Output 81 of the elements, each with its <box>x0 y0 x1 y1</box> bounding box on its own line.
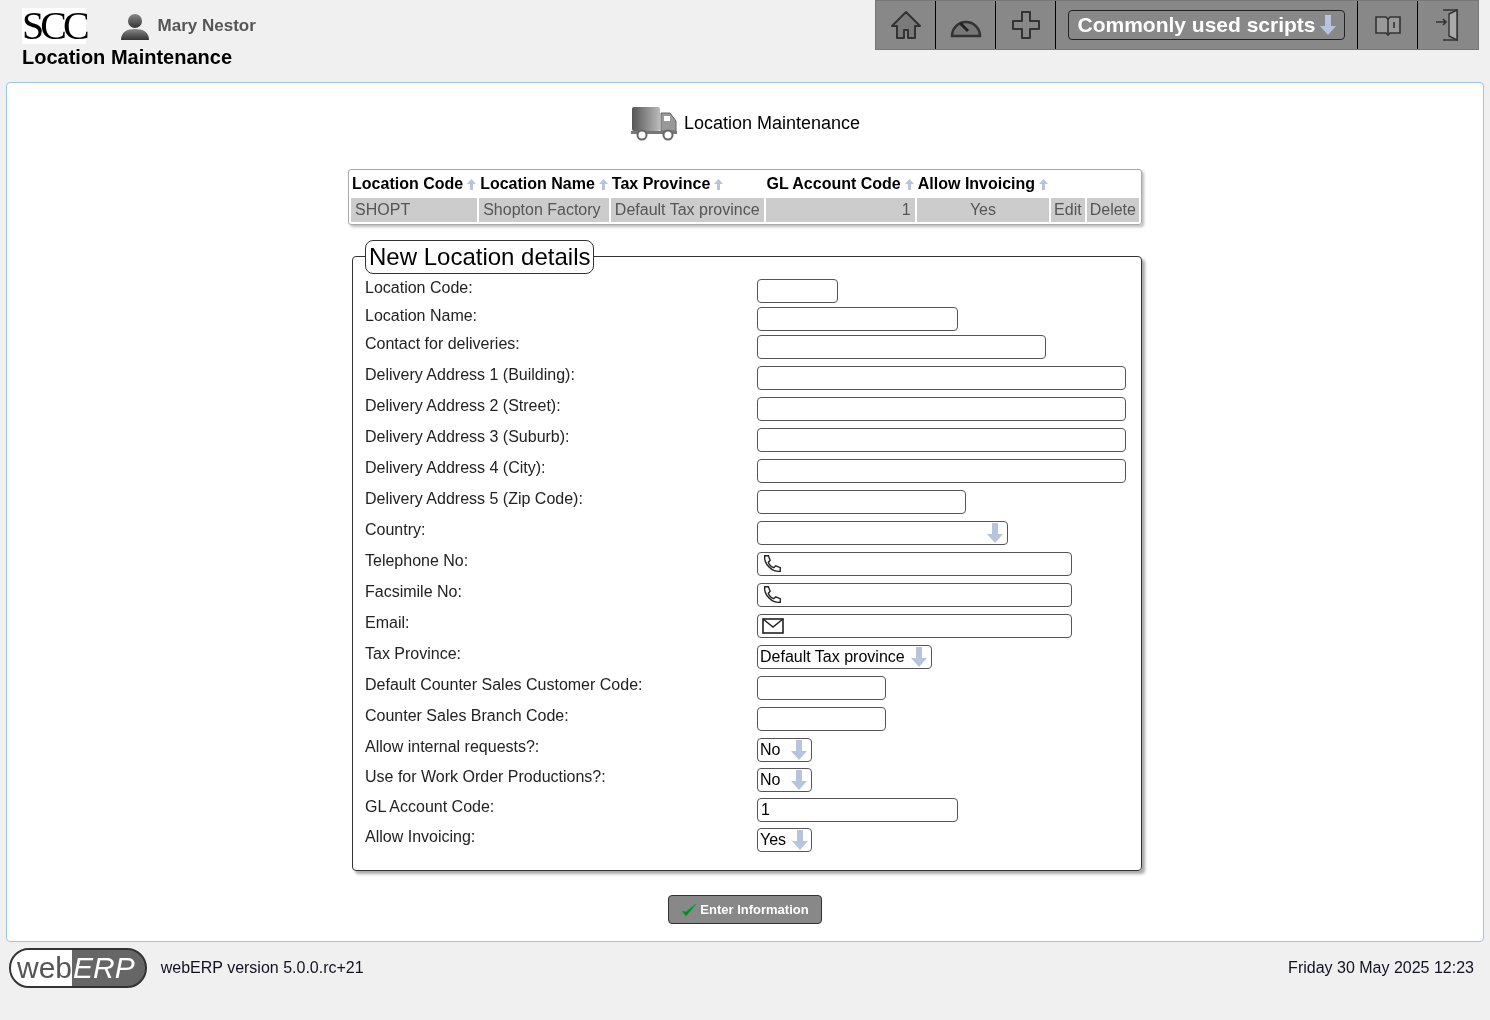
action-link[interactable]: Delete <box>1086 198 1139 222</box>
column-header[interactable]: Location Code <box>351 172 478 196</box>
field-label: Telephone No: <box>365 551 470 571</box>
sort-arrow-icon <box>467 178 477 190</box>
field-label: Default Counter Sales Customer Code: <box>365 675 644 695</box>
input-field[interactable] <box>757 366 1126 390</box>
input-field[interactable]: 1 <box>757 798 958 822</box>
phone-icon <box>761 553 783 575</box>
column-header[interactable]: Allow Invoicing <box>916 172 1050 196</box>
form-legend: New Location details <box>365 240 595 274</box>
logo: SCC <box>22 8 86 44</box>
field-label: Delivery Address 5 (Zip Code): <box>365 489 584 509</box>
action-link[interactable]: Edit <box>1051 198 1085 222</box>
phone-field[interactable] <box>757 583 1072 607</box>
select-dropdown[interactable]: No <box>757 738 812 762</box>
phone-field[interactable] <box>757 552 1072 576</box>
user-name: Mary Nestor <box>157 15 256 38</box>
sort-arrow-icon <box>598 178 608 190</box>
select-dropdown[interactable]: Default Tax province <box>757 645 932 669</box>
field-label: Counter Sales Branch Code: <box>365 706 570 726</box>
table-cell: 1 <box>765 198 915 222</box>
email-field[interactable] <box>757 614 1072 638</box>
enter-information-button[interactable]: Enter Information <box>668 895 822 924</box>
page-heading: Location Maintenance <box>683 111 861 135</box>
field-label: Country: <box>365 520 427 540</box>
user-icon <box>119 12 150 40</box>
sort-arrow-icon <box>714 178 724 190</box>
down-arrow-icon <box>791 740 807 760</box>
field-label: Location Code: <box>365 278 474 298</box>
date-time: Friday 30 May 2025 12:23 <box>1288 958 1474 978</box>
field-label: Facsimile No: <box>365 582 463 602</box>
select-dropdown[interactable]: Yes <box>757 828 812 852</box>
field-label: Delivery Address 2 (Street): <box>365 396 562 416</box>
checkmark-icon <box>681 901 698 918</box>
table-cell: Shopton Factory <box>479 198 609 222</box>
page-title: Location Maintenance <box>22 45 234 70</box>
column-header[interactable]: Tax Province <box>610 172 764 196</box>
weberp-logo: webERP <box>9 948 147 988</box>
table-cell: Default Tax province <box>610 198 764 222</box>
table-cell: Yes <box>916 198 1050 222</box>
book-icon <box>1373 14 1402 36</box>
down-arrow-icon <box>792 830 809 850</box>
down-arrow-icon <box>791 770 807 790</box>
input-field[interactable] <box>757 279 838 303</box>
version-text: webERP version 5.0.0.rc+21 <box>160 958 364 978</box>
column-header[interactable]: Location Name <box>479 172 609 196</box>
field-label: Use for Work Order Productions?: <box>365 767 607 787</box>
field-label: GL Account Code: <box>365 797 496 817</box>
select-dropdown[interactable]: No <box>757 768 812 792</box>
sort-arrow-icon <box>904 178 914 190</box>
scripts-dropdown[interactable]: Commonly used scripts <box>1068 10 1345 40</box>
field-label: Tax Province: <box>365 644 463 664</box>
plus-icon <box>1009 9 1042 41</box>
down-arrow-icon <box>987 523 1003 543</box>
input-field[interactable] <box>757 676 886 700</box>
field-label: Email: <box>365 613 411 633</box>
field-label: Delivery Address 4 (City): <box>365 458 547 478</box>
input-field[interactable] <box>757 397 1126 421</box>
home-icon <box>889 10 922 40</box>
input-field[interactable] <box>757 459 1126 483</box>
input-field[interactable] <box>757 307 958 331</box>
phone-icon <box>761 584 783 606</box>
sort-arrow-icon <box>1039 178 1049 190</box>
input-field[interactable] <box>757 428 1126 452</box>
down-arrow-icon <box>910 647 927 667</box>
select-dropdown[interactable] <box>757 521 1008 545</box>
table-cell: SHOPT <box>351 198 478 222</box>
field-label: Location Name: <box>365 306 479 326</box>
column-header[interactable]: GL Account Code <box>765 172 915 196</box>
input-field[interactable] <box>757 335 1046 359</box>
field-label: Contact for deliveries: <box>365 334 521 354</box>
field-label: Allow Invoicing: <box>365 827 477 847</box>
envelope-icon <box>762 618 784 634</box>
down-arrow-icon <box>1319 15 1336 35</box>
exit-door-icon <box>1435 8 1461 42</box>
field-label: Allow internal requests?: <box>365 737 541 757</box>
input-field[interactable] <box>757 490 966 514</box>
truck-icon <box>629 105 678 141</box>
field-label: Delivery Address 1 (Building): <box>365 365 576 385</box>
input-field[interactable] <box>757 707 886 731</box>
field-label: Delivery Address 3 (Suburb): <box>365 427 571 447</box>
